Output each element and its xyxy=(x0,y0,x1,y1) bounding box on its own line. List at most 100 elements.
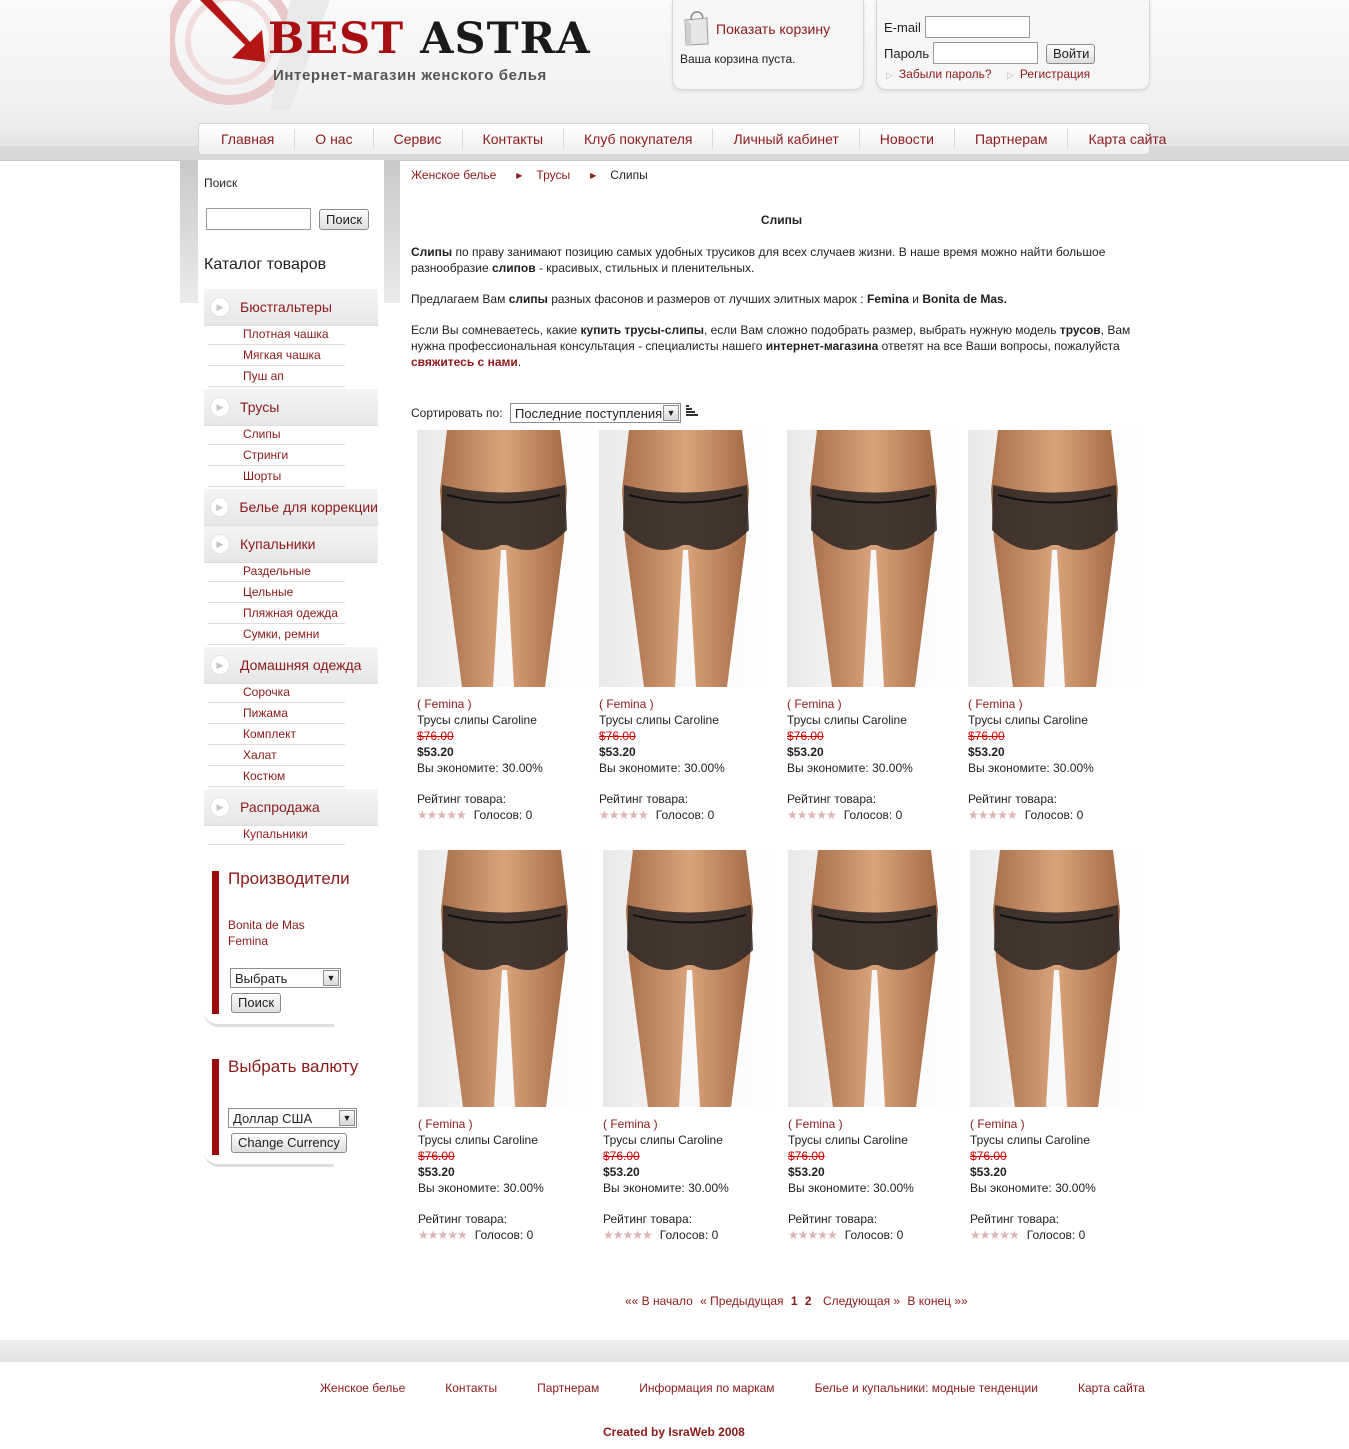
product-card[interactable]: ( Femina ) Трусы слипы Caroline $76.00 $53.… xyxy=(970,850,1145,1243)
manufacturer-link[interactable]: Bonita de Mas xyxy=(228,918,305,932)
category-swimwear[interactable]: ▶ Купальники xyxy=(204,526,378,563)
subcategory-link[interactable]: Пуш ап xyxy=(208,367,345,387)
product-card[interactable]: ( Femina ) Трусы слипы Caroline $76.00 $53.… xyxy=(968,430,1143,823)
product-brand[interactable]: ( Femina ) xyxy=(970,1116,1145,1132)
footer-link[interactable]: Информация по маркам xyxy=(639,1381,774,1395)
nav-news[interactable]: Новости xyxy=(860,129,955,149)
product-name[interactable]: Трусы слипы Caroline xyxy=(603,1132,778,1148)
breadcrumb-link[interactable]: Трусы xyxy=(536,168,570,182)
footer-link[interactable]: Женское белье xyxy=(320,1381,405,1395)
pager-page[interactable]: 2 xyxy=(805,1294,812,1308)
subcategory-link[interactable]: Комплект xyxy=(208,725,345,745)
product-image[interactable] xyxy=(417,430,590,687)
category-sale[interactable]: ▶ Распродажа xyxy=(204,789,378,826)
subcategory-link[interactable]: Костюм xyxy=(208,767,345,787)
nav-sitemap[interactable]: Карта сайта xyxy=(1068,129,1186,149)
subcategory-link[interactable]: Пижама xyxy=(208,704,345,724)
footer-link[interactable]: Контакты xyxy=(445,1381,497,1395)
nav-contacts[interactable]: Контакты xyxy=(463,129,565,149)
logo-title[interactable]: BEST ASTRA xyxy=(268,14,591,64)
email-field[interactable] xyxy=(925,16,1030,38)
currency-select[interactable]: Доллар США ▼ xyxy=(228,1108,357,1128)
product-image[interactable] xyxy=(970,850,1143,1107)
search-button[interactable]: Поиск xyxy=(319,209,370,230)
manufacturer-link[interactable]: Femina xyxy=(228,934,268,948)
subcategory-link[interactable]: Раздельные xyxy=(208,562,345,582)
subcategory-link[interactable]: Шорты xyxy=(208,467,345,487)
product-card[interactable]: ( Femina ) Трусы слипы Caroline $76.00 $53.… xyxy=(787,430,962,823)
product-name[interactable]: Трусы слипы Caroline xyxy=(418,1132,593,1148)
product-brand[interactable]: ( Femina ) xyxy=(788,1116,963,1132)
product-name[interactable]: Трусы слипы Caroline xyxy=(968,712,1143,728)
breadcrumb-link[interactable]: Женское белье xyxy=(411,168,496,182)
sort-order-icon[interactable] xyxy=(686,405,700,417)
product-name[interactable]: Трусы слипы Caroline xyxy=(970,1132,1145,1148)
product-name[interactable]: Трусы слипы Caroline xyxy=(787,712,962,728)
show-cart-link[interactable]: Показать корзину xyxy=(716,21,830,37)
product-brand[interactable]: ( Femina ) xyxy=(968,696,1143,712)
play-icon: ▶ xyxy=(210,297,230,317)
nav-club[interactable]: Клуб покупателя xyxy=(564,129,714,149)
subcategory-link[interactable]: Мягкая чашка xyxy=(208,346,345,366)
subcategory-link[interactable]: Сумки, ремни xyxy=(208,625,345,645)
subcategory-link[interactable]: Цельные xyxy=(208,583,345,603)
product-name[interactable]: Трусы слипы Caroline xyxy=(417,712,592,728)
nav-account[interactable]: Личный кабинет xyxy=(713,129,860,149)
pager-last[interactable]: В конец »» xyxy=(907,1294,967,1308)
category-bras[interactable]: ▶ Бюстгальтеры xyxy=(204,289,378,326)
product-price: $53.20 xyxy=(968,745,1005,759)
contact-us-link[interactable]: свяжитесь с нами xyxy=(411,355,518,369)
product-card[interactable]: ( Femina ) Трусы слипы Caroline $76.00 $53.… xyxy=(417,430,592,823)
product-brand[interactable]: ( Femina ) xyxy=(417,696,592,712)
subcategory-link[interactable]: Пляжная одежда xyxy=(208,604,345,624)
product-card[interactable]: ( Femina ) Трусы слипы Caroline $76.00 $53.… xyxy=(788,850,963,1243)
product-name[interactable]: Трусы слипы Caroline xyxy=(599,712,774,728)
forgot-password-link[interactable]: Забыли пароль? xyxy=(886,67,992,81)
subcategory-link[interactable]: Слипы xyxy=(208,425,345,445)
password-field[interactable] xyxy=(933,42,1038,64)
category-panties[interactable]: ▶ Трусы xyxy=(204,389,378,426)
product-brand[interactable]: ( Femina ) xyxy=(599,696,774,712)
subcategory-link[interactable]: Плотная чашка xyxy=(208,325,345,345)
subcategory-link[interactable]: Халат xyxy=(208,746,345,766)
footer-link[interactable]: Карта сайта xyxy=(1078,1381,1145,1395)
nav-home[interactable]: Главная xyxy=(199,129,296,149)
product-card[interactable]: ( Femina ) Трусы слипы Caroline $76.00 $53.… xyxy=(599,430,774,823)
product-image[interactable] xyxy=(603,850,776,1107)
product-image[interactable] xyxy=(788,850,961,1107)
product-card[interactable]: ( Femina ) Трусы слипы Caroline $76.00 $53.… xyxy=(418,850,593,1243)
nav-partners[interactable]: Партнерам xyxy=(955,129,1069,149)
product-image[interactable] xyxy=(787,430,960,687)
sort-select-value: Последние поступления xyxy=(515,405,663,421)
change-currency-button[interactable]: Change Currency xyxy=(231,1133,347,1153)
product-brand[interactable]: ( Femina ) xyxy=(603,1116,778,1132)
product-card[interactable]: ( Femina ) Трусы слипы Caroline $76.00 $53.… xyxy=(603,850,778,1243)
subcategory-link[interactable]: Сорочка xyxy=(208,683,345,703)
manufacturer-select[interactable]: Выбрать ▼ xyxy=(230,968,341,988)
footer-link[interactable]: Партнерам xyxy=(537,1381,599,1395)
product-image[interactable] xyxy=(968,430,1141,687)
product-image[interactable] xyxy=(599,430,772,687)
pager-next[interactable]: Следующая » xyxy=(823,1294,900,1308)
pager-page[interactable]: 1 xyxy=(791,1294,798,1308)
pager-prev[interactable]: « Предыдущая xyxy=(700,1294,783,1308)
category-shapewear[interactable]: ▶ Белье для коррекции xyxy=(204,489,378,526)
subcategory-link[interactable]: Купальники xyxy=(208,825,345,845)
sort-select[interactable]: Последние поступления ▼ xyxy=(510,403,681,423)
footer-link[interactable]: Белье и купальники: модные тенденции xyxy=(815,1381,1038,1395)
rating-votes: Голосов: 0 xyxy=(844,1228,904,1242)
subcategory-link[interactable]: Стринги xyxy=(208,446,345,466)
register-link[interactable]: Регистрация xyxy=(1007,67,1090,81)
product-brand[interactable]: ( Femina ) xyxy=(787,696,962,712)
pager-first[interactable]: «« В начало xyxy=(625,1294,693,1308)
login-button[interactable]: Войти xyxy=(1046,44,1095,64)
product-brand[interactable]: ( Femina ) xyxy=(418,1116,593,1132)
nav-about[interactable]: О нас xyxy=(295,129,374,149)
category-homewear[interactable]: ▶ Домашняя одежда xyxy=(204,647,378,684)
product-image[interactable] xyxy=(418,850,591,1107)
manufacturer-search-button[interactable]: Поиск xyxy=(231,993,282,1013)
product-name[interactable]: Трусы слипы Caroline xyxy=(788,1132,963,1148)
password-label: Пароль xyxy=(884,46,930,61)
nav-service[interactable]: Сервис xyxy=(374,129,463,149)
search-input[interactable] xyxy=(206,208,311,230)
